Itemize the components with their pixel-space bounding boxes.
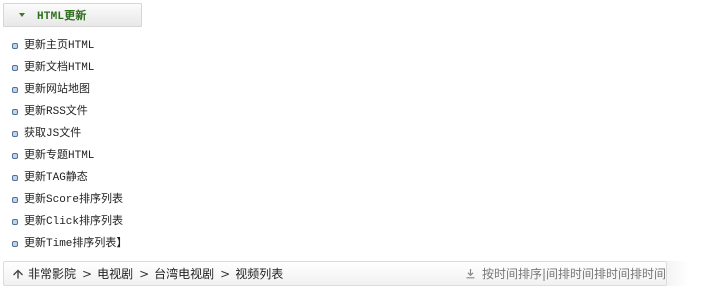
breadcrumb-item-taiwan-series[interactable]: 台湾电视剧 — [154, 265, 214, 282]
breadcrumb-bar: 非常影院 > 电视剧 > 台湾电视剧 > 视频列表 按时间排序|间排时间排时间排… — [3, 261, 667, 286]
menu-item-update-score-list[interactable]: 更新Score排序列表 — [0, 187, 127, 209]
square-bullet-icon — [12, 130, 18, 137]
menu-item-update-sitemap[interactable]: 更新网站地图 — [0, 77, 127, 99]
menu-item-label: 更新TAG静态 — [24, 172, 88, 184]
chevron-down-icon — [19, 13, 25, 17]
square-bullet-icon — [12, 86, 18, 93]
breadcrumb-item-tv-series[interactable]: 电视剧 — [97, 265, 133, 282]
menu-item-update-topics[interactable]: 更新专题HTML — [0, 143, 127, 165]
breadcrumb-item-video-list: 视频列表 — [235, 267, 284, 281]
breadcrumb-separator: > — [139, 266, 150, 281]
menu-item-update-homepage[interactable]: 更新主页HTML — [0, 33, 127, 55]
html-update-menu: 更新主页HTML 更新文档HTML 更新网站地图 更新RSS文件 获取JS文件 … — [0, 33, 127, 253]
breadcrumb-separator: > — [220, 266, 231, 281]
menu-item-label: 更新文档HTML — [24, 62, 95, 74]
square-bullet-icon — [12, 108, 18, 115]
menu-item-get-js[interactable]: 获取JS文件 — [0, 121, 127, 143]
square-bullet-icon — [12, 42, 18, 49]
square-bullet-icon — [12, 218, 18, 225]
square-bullet-icon — [12, 174, 18, 181]
square-bullet-icon — [12, 196, 18, 203]
square-bullet-icon — [12, 64, 18, 71]
panel-title: HTML更新 — [37, 11, 87, 23]
menu-item-label: 更新Score排序列表 — [24, 194, 124, 206]
menu-item-label: 更新主页HTML — [24, 40, 95, 52]
menu-item-update-tags[interactable]: 更新TAG静态 — [0, 165, 127, 187]
home-icon[interactable] — [12, 268, 24, 280]
square-bullet-icon — [12, 240, 18, 247]
menu-item-update-click-list[interactable]: 更新Click排序列表 — [0, 209, 127, 231]
square-bullet-icon — [12, 152, 18, 159]
breadcrumb: 非常影院 > 电视剧 > 台湾电视剧 > 视频列表 — [28, 265, 283, 282]
breadcrumb-separator: > — [82, 266, 93, 281]
sort-by-time[interactable]: 按时间排序|间排时间排时间排时间排序 — [465, 262, 667, 285]
menu-item-label: 更新Time排序列表】 — [24, 238, 128, 250]
download-icon — [465, 268, 476, 279]
breadcrumb-item-home[interactable]: 非常影院 — [28, 265, 76, 282]
html-update-panel-header[interactable]: HTML更新 — [3, 3, 142, 27]
menu-item-update-time-list[interactable]: 更新Time排序列表】 — [0, 231, 127, 253]
menu-item-update-docs[interactable]: 更新文档HTML — [0, 55, 127, 77]
menu-item-label: 更新专题HTML — [24, 150, 95, 162]
menu-item-label: 更新RSS文件 — [24, 106, 88, 118]
menu-item-label: 更新网站地图 — [24, 84, 90, 96]
sort-by-time-label: 按时间排序|间排时间排时间排时间排序 — [482, 267, 667, 281]
menu-item-label: 获取JS文件 — [24, 128, 82, 140]
menu-item-update-rss[interactable]: 更新RSS文件 — [0, 99, 127, 121]
breadcrumb-bar-fade — [667, 261, 689, 286]
menu-item-label: 更新Click排序列表 — [24, 216, 124, 228]
